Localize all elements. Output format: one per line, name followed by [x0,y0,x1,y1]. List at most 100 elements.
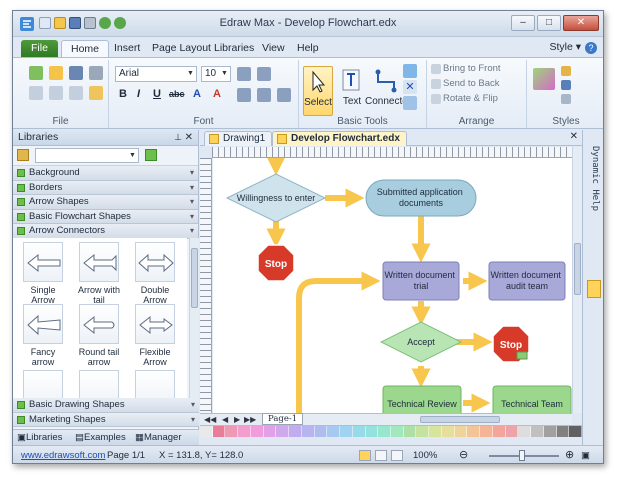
node-written-trial[interactable]: Written document trial [382,261,460,301]
italic-button[interactable]: I [137,88,140,100]
minimize-button[interactable]: – [511,15,535,31]
color-swatch[interactable] [289,426,302,437]
rotate-flip-button[interactable]: Rotate & Flip [443,93,498,104]
align-left-icon[interactable] [237,88,251,102]
notepad-icon[interactable] [587,280,601,298]
node-stop-2[interactable]: Stop [492,325,530,363]
color-swatch[interactable] [340,426,353,437]
page-tab[interactable]: Page-1 [262,413,304,425]
copy-icon[interactable] [49,86,63,100]
library-category[interactable]: Borders ▾ [13,180,198,195]
strikethrough-button[interactable]: abc [169,89,185,99]
shape-round-tail-arrow[interactable]: Round tail arrow [75,304,123,367]
shape-arrow-with-tail[interactable]: Arrow with tail [75,242,123,305]
close-doc-icon[interactable]: ✕ [570,131,578,142]
theme-icon[interactable] [533,68,555,90]
tab-help[interactable]: Help [288,40,328,57]
dynamic-help-panel[interactable]: Dynamic Help [582,130,603,445]
shape-flexible-arrow[interactable]: Flexible Arrow [131,304,179,367]
color-swatch[interactable] [365,426,379,437]
underline-button[interactable]: U [153,88,161,100]
view-fit-icon[interactable] [391,450,403,461]
tab-libraries-panel[interactable]: ▣ Libraries [17,430,62,445]
select-tool-button[interactable]: Select [303,66,333,116]
open-folder-icon[interactable] [49,66,63,80]
text-direction-icon[interactable] [277,88,291,102]
color-swatch[interactable] [212,426,226,437]
color-swatch[interactable] [531,426,544,437]
library-open-icon[interactable] [17,149,29,161]
font-size-select[interactable]: 10 ▼ [201,66,231,82]
paste-icon[interactable] [69,86,83,100]
node-stop-1[interactable]: Stop [257,244,295,282]
color-swatch[interactable] [378,426,392,437]
canvas-vertical-scrollbar[interactable] [572,147,582,413]
tab-manager[interactable]: ▦ Manager [135,430,181,445]
color-swatch[interactable] [263,426,277,437]
color-swatch[interactable] [250,426,264,437]
close-icon[interactable]: ✕ [185,130,193,145]
first-page-icon[interactable]: ◀◀ [204,414,216,425]
text-tool-button[interactable]: Text [337,66,367,116]
font-name-select[interactable]: Arial ▼ [115,66,197,82]
color-swatch[interactable] [276,426,290,437]
cut-icon[interactable] [29,86,43,100]
highlight-button[interactable]: A [213,88,221,100]
fit-page-icon[interactable]: ▣ [581,446,590,463]
doc-tab-develop-flowchart[interactable]: Develop Flowchart.edx [272,131,407,146]
crop-icon[interactable] [403,96,417,110]
color-swatch[interactable] [569,426,583,437]
color-swatch[interactable] [505,426,519,437]
color-swatch[interactable] [454,426,468,437]
maximize-button[interactable]: □ [537,15,561,31]
color-swatch[interactable] [327,426,341,437]
format-painter-icon[interactable] [89,86,103,100]
node-willingness[interactable]: Willingness to enter [225,173,327,223]
drawing-canvas[interactable]: Willingness to enter Submitted applicati… [213,158,572,413]
node-accept[interactable]: Accept [379,321,463,363]
tab-home[interactable]: Home [61,40,110,57]
shape-tool-icon[interactable] [403,64,417,78]
font-color-button[interactable]: A [193,88,201,100]
bring-to-front-button[interactable]: Bring to Front [443,63,501,74]
shadow-icon[interactable] [561,94,571,104]
library-category[interactable]: Basic Flowchart Shapes ▾ [13,209,198,224]
color-swatch[interactable] [518,426,532,437]
library-add-icon[interactable] [145,149,157,161]
delete-x-icon[interactable]: ✕ [403,80,417,94]
node-submitted[interactable]: Submitted application documents [365,179,477,217]
printer-icon[interactable] [89,66,103,80]
align-center-icon[interactable] [257,88,271,102]
color-swatch[interactable] [467,426,481,437]
color-swatch[interactable] [403,426,417,437]
prev-page-icon[interactable]: ◀ [222,414,228,425]
zoom-out-button[interactable]: ⊖ [459,446,468,463]
last-page-icon[interactable]: ▶▶ [244,414,256,425]
shape-more-3[interactable] [131,370,179,398]
tab-examples[interactable]: ▤ Examples [75,430,126,445]
pin-icon[interactable]: ⊥ [174,130,182,145]
view-fullscreen-icon[interactable] [375,450,387,461]
library-category[interactable]: Arrow Connectors ▾ [13,224,198,239]
horizontal-scroll-thumb[interactable] [420,416,500,423]
style-menu[interactable]: Style ▾ [549,41,581,53]
zoom-in-button[interactable]: ⊕ [565,446,574,463]
node-written-audit[interactable]: Written document audit team [488,261,566,301]
color-swatch[interactable] [391,426,404,437]
website-link[interactable]: www.edrawsoft.com [21,446,105,463]
color-swatch[interactable] [225,426,239,437]
shape-single-arrow[interactable]: Single Arrow [19,242,67,305]
tab-file[interactable]: File [21,40,58,57]
color-swatch[interactable] [480,426,493,437]
color-swatch[interactable] [238,426,251,437]
color-swatch[interactable] [314,426,328,437]
shape-fancy-arrow[interactable]: Fancy arrow [19,304,67,367]
new-document-icon[interactable] [29,66,43,80]
bold-button[interactable]: B [119,88,127,100]
library-category[interactable]: Arrow Shapes ▾ [13,195,198,210]
scroll-thumb[interactable] [574,243,581,295]
color-swatch[interactable] [441,426,455,437]
save-disk-icon[interactable] [69,66,83,80]
shape-double-arrow[interactable]: Double Arrow [131,242,179,305]
shape-more-1[interactable] [19,370,67,398]
